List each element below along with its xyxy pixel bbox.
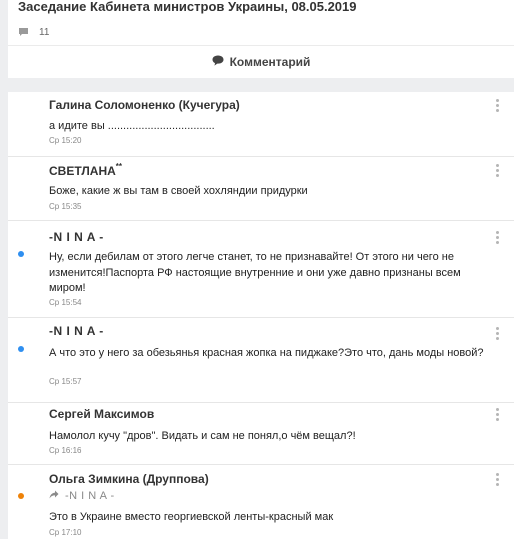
unread-indicator bbox=[18, 493, 24, 499]
comment-item: -N I N A - А что это у него за обезьянья… bbox=[8, 317, 514, 403]
post-card: Заседание Кабинета министров Украины, 08… bbox=[8, 0, 514, 78]
comment-text: Боже, какие ж вы там в своей хохляндии п… bbox=[49, 185, 308, 197]
comment-text: Ну, если дебилам от этого легче станет, … bbox=[49, 251, 461, 294]
reply-to[interactable]: -N I N A - bbox=[49, 490, 115, 502]
comment-item: СВЕТЛАНА** Боже, какие ж вы там в своей … bbox=[8, 156, 514, 221]
comment-item: Сергей Максимов Намолол кучу "дров". Вид… bbox=[8, 402, 514, 465]
comment-author[interactable]: -N I N A - bbox=[49, 230, 104, 244]
more-menu-icon[interactable] bbox=[496, 231, 500, 245]
more-menu-icon[interactable] bbox=[496, 99, 500, 113]
unread-indicator bbox=[18, 251, 24, 257]
comments-count: 11 bbox=[39, 26, 50, 38]
comment-author[interactable]: Галина Соломоненко (Кучегура) bbox=[49, 98, 240, 112]
comment-author[interactable]: СВЕТЛАНА** bbox=[49, 162, 123, 178]
comment-text: Намолол кучу "дров". Видать и сам не пон… bbox=[49, 430, 356, 442]
more-menu-icon[interactable] bbox=[496, 473, 500, 487]
author-badge: ** bbox=[115, 162, 123, 171]
unread-indicator bbox=[18, 346, 24, 352]
comment-text: а идите вы .............................… bbox=[49, 120, 215, 132]
comment-time: Ср 16:16 bbox=[49, 446, 82, 455]
comment-button-label: Комментарий bbox=[229, 55, 311, 69]
comments-counter[interactable]: 11 bbox=[18, 25, 49, 39]
post-title[interactable]: Заседание Кабинета министров Украины, 08… bbox=[18, 0, 357, 14]
comment-author[interactable]: Сергей Максимов bbox=[49, 407, 154, 421]
comments-thread: Галина Соломоненко (Кучегура) а идите вы… bbox=[8, 92, 514, 539]
reply-arrow-icon bbox=[49, 490, 59, 502]
reply-target: -N I N A - bbox=[65, 490, 115, 502]
comment-author[interactable]: -N I N A - bbox=[49, 324, 104, 338]
more-menu-icon[interactable] bbox=[496, 408, 500, 422]
comment-time: Ср 15:20 bbox=[49, 136, 82, 145]
comment-time: Ср 15:35 bbox=[49, 202, 82, 211]
more-menu-icon[interactable] bbox=[496, 327, 500, 341]
comment-text: А что это у него за обезьянья красная жо… bbox=[49, 347, 484, 359]
comment-item: Ольга Зимкина (Друппова) -N I N A - Это … bbox=[8, 464, 514, 539]
comment-text: Это в Украине вместо георгиевской ленты-… bbox=[49, 511, 334, 523]
comment-bubble-icon bbox=[18, 27, 29, 37]
comment-icon bbox=[212, 53, 224, 71]
comment-button[interactable]: Комментарий bbox=[8, 52, 514, 72]
comment-time: Ср 17:10 bbox=[49, 528, 82, 537]
comment-item: -N I N A - Ну, если дебилам от этого лег… bbox=[8, 220, 514, 318]
comment-time: Ср 15:57 bbox=[49, 377, 82, 386]
comment-time: Ср 15:54 bbox=[49, 298, 82, 307]
comment-item: Галина Соломоненко (Кучегура) а идите вы… bbox=[8, 92, 514, 157]
more-menu-icon[interactable] bbox=[496, 164, 500, 178]
comment-author[interactable]: Ольга Зимкина (Друппова) bbox=[49, 472, 209, 486]
divider bbox=[8, 45, 514, 46]
comment-author-name: СВЕТЛАНА bbox=[49, 164, 116, 178]
